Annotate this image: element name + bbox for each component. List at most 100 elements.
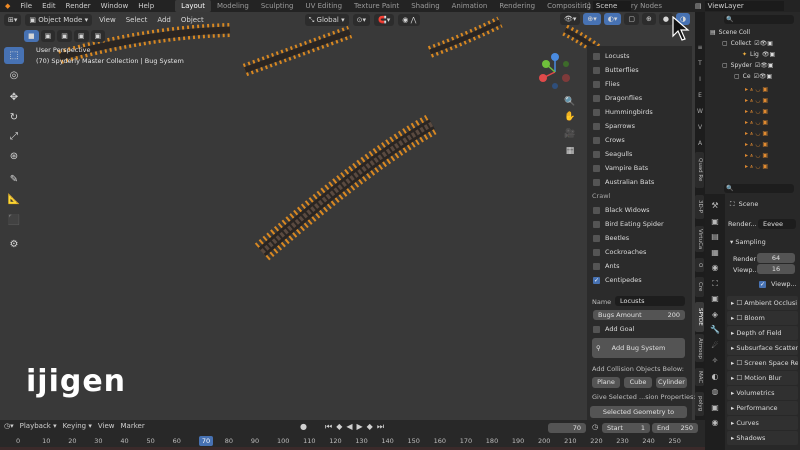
select-intersect-icon[interactable]: ▣ [90,30,106,42]
panel-volumetrics[interactable]: ▸ Volumetrics [727,386,798,400]
scene-selector[interactable]: ⛶ Scene [585,1,632,11]
panel-subsurface[interactable]: ▸ Subsurface Scatteri [727,341,798,355]
checkbox[interactable] [593,248,600,256]
tab-layout[interactable]: Layout [175,0,211,12]
gizmo-button[interactable]: ⊕▾ [583,13,601,25]
add-cube-tool-icon[interactable]: ⬛ [4,212,24,229]
viewport-denoise-toggle[interactable]: ✓ Viewp... [759,280,797,288]
tab-shading[interactable]: Shading [405,0,445,12]
select-box-tool-icon[interactable]: ⬚ [4,47,24,64]
panel-performance[interactable]: ▸ Performance [727,401,798,415]
tab-texture-paint[interactable]: Texture Paint [348,0,405,12]
properties-tab-icons[interactable]: ⚒ ▣ ▤ ▦ ◉ ⛶ ▣ ◈ 🔧 ☄ ✧ ◐ ◍ ▣ ◉ [709,198,721,431]
sampling-panel-header[interactable]: ▾ Sampling [730,238,766,246]
checkbox[interactable] [593,206,600,214]
render-samples-field[interactable]: 64 [757,253,795,263]
tab-o[interactable]: O [695,258,704,272]
menu-window[interactable]: Window [96,0,134,12]
panel-shadows[interactable]: ▸ Shadows [727,431,798,445]
tab-3d-p[interactable]: 3D-P [695,195,704,219]
checkbox[interactable] [593,108,600,116]
object-menu[interactable]: Object [178,16,207,24]
tab-mac[interactable]: MAC [695,368,704,386]
bug-butterflies[interactable]: Butterflies [593,66,639,74]
cube-button[interactable]: Cube [624,377,652,388]
cursor-tool-icon[interactable]: ◎ [4,67,24,84]
extra-tool-icon[interactable]: ⚙ [4,236,24,253]
tab-quad-re[interactable]: Quad Re [695,152,704,188]
preview-range-icon[interactable]: ◷ [592,423,598,431]
tab-cre[interactable]: Cre [695,277,704,297]
rotate-tool-icon[interactable]: ↻ [4,109,24,126]
measure-tool-icon[interactable]: 📐 [4,191,24,208]
eye-icon[interactable]: 👁▣ [762,51,775,58]
tab-spyde[interactable]: SPYDE [695,302,704,332]
play-reverse-icon[interactable]: ◀ [346,422,352,432]
panel-curves[interactable]: ▸ Curves [727,416,798,430]
bug-locusts[interactable]: Locusts [593,52,630,60]
select-extend-icon[interactable]: ▣ [40,30,56,42]
zoom-icon[interactable]: 🔍 [563,95,577,109]
checkbox-checked[interactable]: ✓ [759,280,766,288]
select-menu[interactable]: Select [123,16,151,24]
bug-vampire-bats[interactable]: Vampire Bats [593,164,648,172]
tab-polyg[interactable]: polyg [695,392,704,416]
view-menu[interactable]: View [96,16,119,24]
prev-key-icon[interactable]: ◆ [336,422,342,432]
panel-depth-of-field[interactable]: ▸ Depth of Field [727,326,798,340]
timeline-view-menu[interactable]: View [98,422,115,430]
checkbox[interactable] [593,94,600,102]
viewport-samples-field[interactable]: 16 [757,264,795,274]
menu-file[interactable]: File [15,0,37,12]
pivot-point-button[interactable]: ⊙▾ [352,13,371,26]
blender-logo-icon[interactable]: ◆ [0,0,15,12]
checkbox[interactable] [593,80,600,88]
sidebar-tab-icons[interactable]: ≡ T I E W V A [696,40,704,152]
annotate-tool-icon[interactable]: ✎ [4,171,24,188]
eye-icon[interactable]: ☑👁▣ [755,62,774,69]
bug-dragonflies[interactable]: Dragonflies [593,94,642,102]
pan-hand-icon[interactable]: ✋ [563,110,577,124]
cylinder-button[interactable]: Cylinder [656,377,687,388]
bug-sparrows[interactable]: Sparrows [593,122,635,130]
select-subtract-icon[interactable]: ▣ [57,30,72,42]
bug-australian-bats[interactable]: Australian Bats [593,178,654,186]
visibility-button[interactable]: 👁▾ [560,13,581,25]
editor-type-button[interactable]: ⊞▾ [4,13,22,26]
navigation-gizmo[interactable] [535,52,575,92]
next-key-icon[interactable]: ◆ [367,422,373,432]
checkbox[interactable] [593,262,600,270]
tab-modeling[interactable]: Modeling [211,0,255,12]
move-tool-icon[interactable]: ✥ [4,89,24,106]
bug-beetles[interactable]: Beetles [593,234,629,242]
checkbox[interactable] [593,178,600,186]
menu-help[interactable]: Help [133,0,159,12]
bug-ants[interactable]: Ants [593,262,620,270]
properties-search[interactable]: 🔍 [724,184,794,193]
checkbox[interactable] [593,66,600,74]
outliner-ce[interactable]: ▢ Ce ☑👁▣ [734,73,772,80]
bug-flies[interactable]: Flies [593,80,620,88]
play-icon[interactable]: ▶ [357,422,363,432]
tab-virtuca[interactable]: VirtuCa [695,226,704,252]
bug-cockroaches[interactable]: Cockroaches [593,248,646,256]
bug-crows[interactable]: Crows [593,136,625,144]
tab-animation[interactable]: Animation [446,0,494,12]
keying-menu[interactable]: Keying ▾ [63,422,92,430]
panel-screen-space[interactable]: ▸ ☐ Screen Space Re [727,356,798,370]
proportional-edit-button[interactable]: ◉ ⋀ [398,13,421,26]
menu-render[interactable]: Render [61,0,96,12]
object-mode-dropdown[interactable]: ▣ Object Mode ▾ [25,13,93,26]
jump-end-icon[interactable]: ⏭ [377,422,384,432]
marker-menu[interactable]: Marker [121,422,145,430]
tab-uv-editing[interactable]: UV Editing [300,0,349,12]
ortho-grid-icon[interactable]: ▦ [563,144,577,158]
overlay-button[interactable]: ◐▾ [603,13,622,25]
bug-hummingbirds[interactable]: Hummingbirds [593,108,653,116]
add-bug-system-button[interactable]: ⚲ Add Bug System [592,338,685,358]
snap-button[interactable]: 🧲▾ [374,13,395,26]
clock-icon[interactable]: ◷▾ [4,422,14,430]
start-frame-field[interactable]: Start 1 [602,423,650,433]
checkbox[interactable] [593,325,600,333]
panel-ambient-occlusion[interactable]: ▸ ☐ Ambient Occlusi [727,296,798,310]
